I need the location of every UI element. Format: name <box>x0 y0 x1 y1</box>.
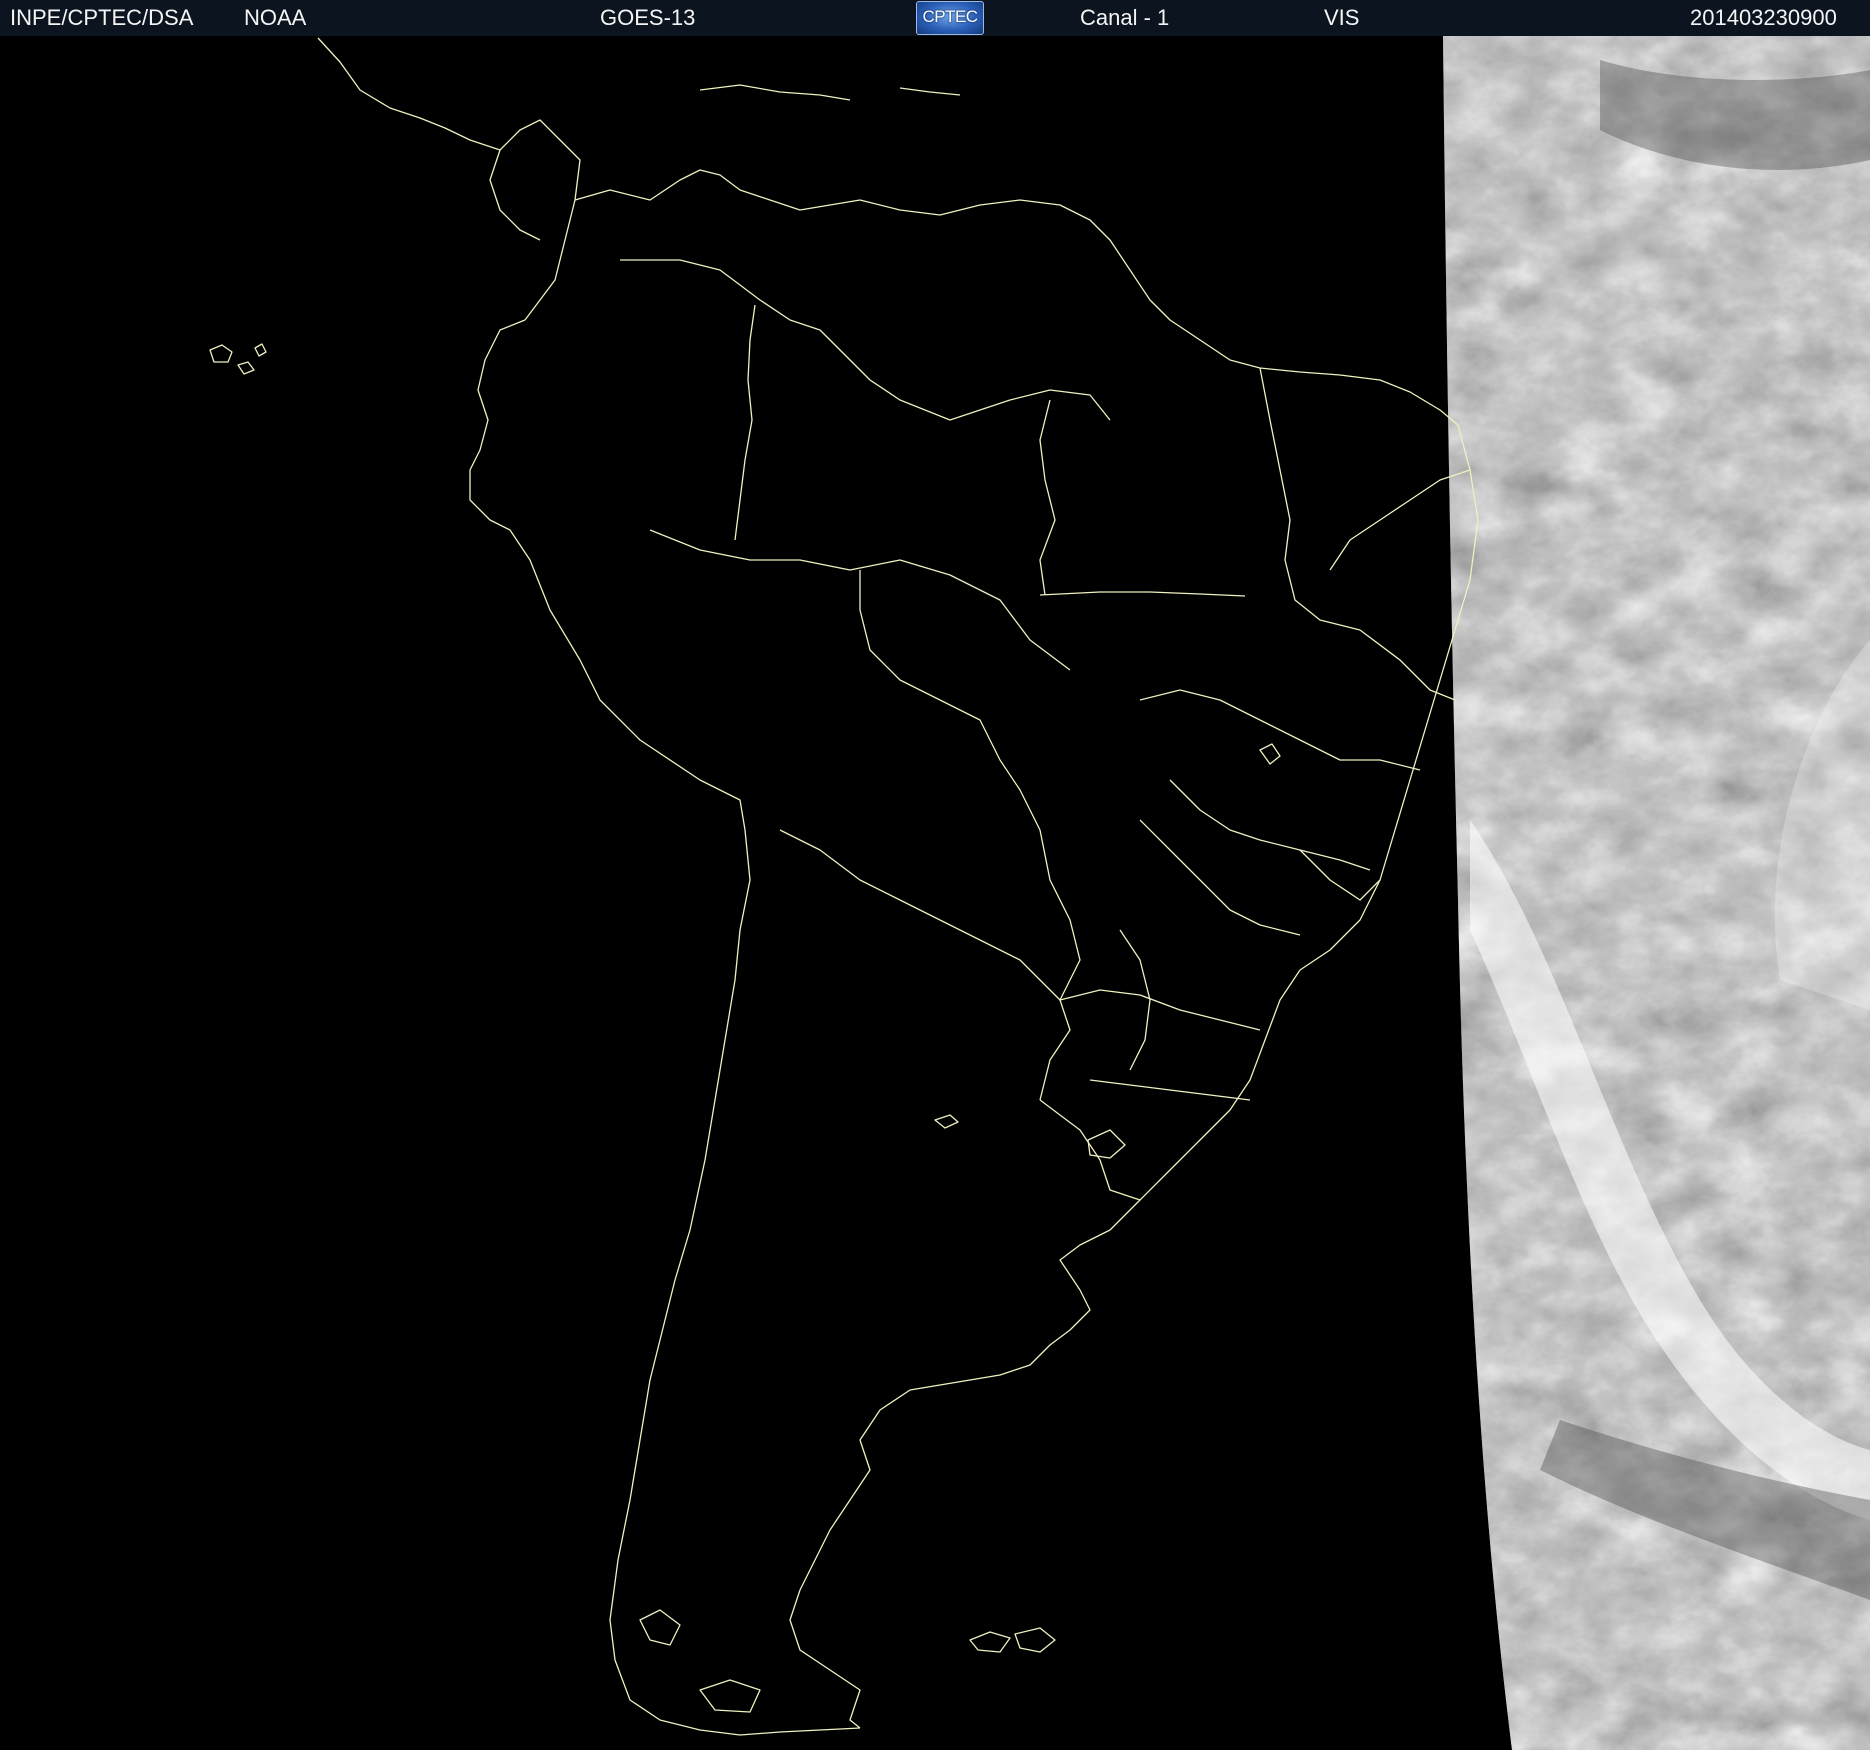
channel-label: Canal - 1 <box>1080 5 1170 30</box>
source-label: INPE/CPTEC/DSA <box>10 5 194 30</box>
satellite-label: GOES-13 <box>600 5 696 30</box>
cptec-logo: CPTEC <box>916 1 984 35</box>
satellite-image <box>0 36 1870 1750</box>
coastline-borders <box>209 37 1479 1736</box>
title-bar: INPE/CPTEC/DSA NOAA GOES-13 CPTEC Canal … <box>0 0 1870 37</box>
timestamp-label: 201403230900 <box>1690 5 1837 30</box>
satellite-map <box>209 36 1870 1750</box>
cloud-imagery <box>1443 36 1870 1750</box>
band-label: VIS <box>1324 5 1360 30</box>
logo-text: CPTEC <box>922 7 978 26</box>
agency-label: NOAA <box>244 5 307 30</box>
